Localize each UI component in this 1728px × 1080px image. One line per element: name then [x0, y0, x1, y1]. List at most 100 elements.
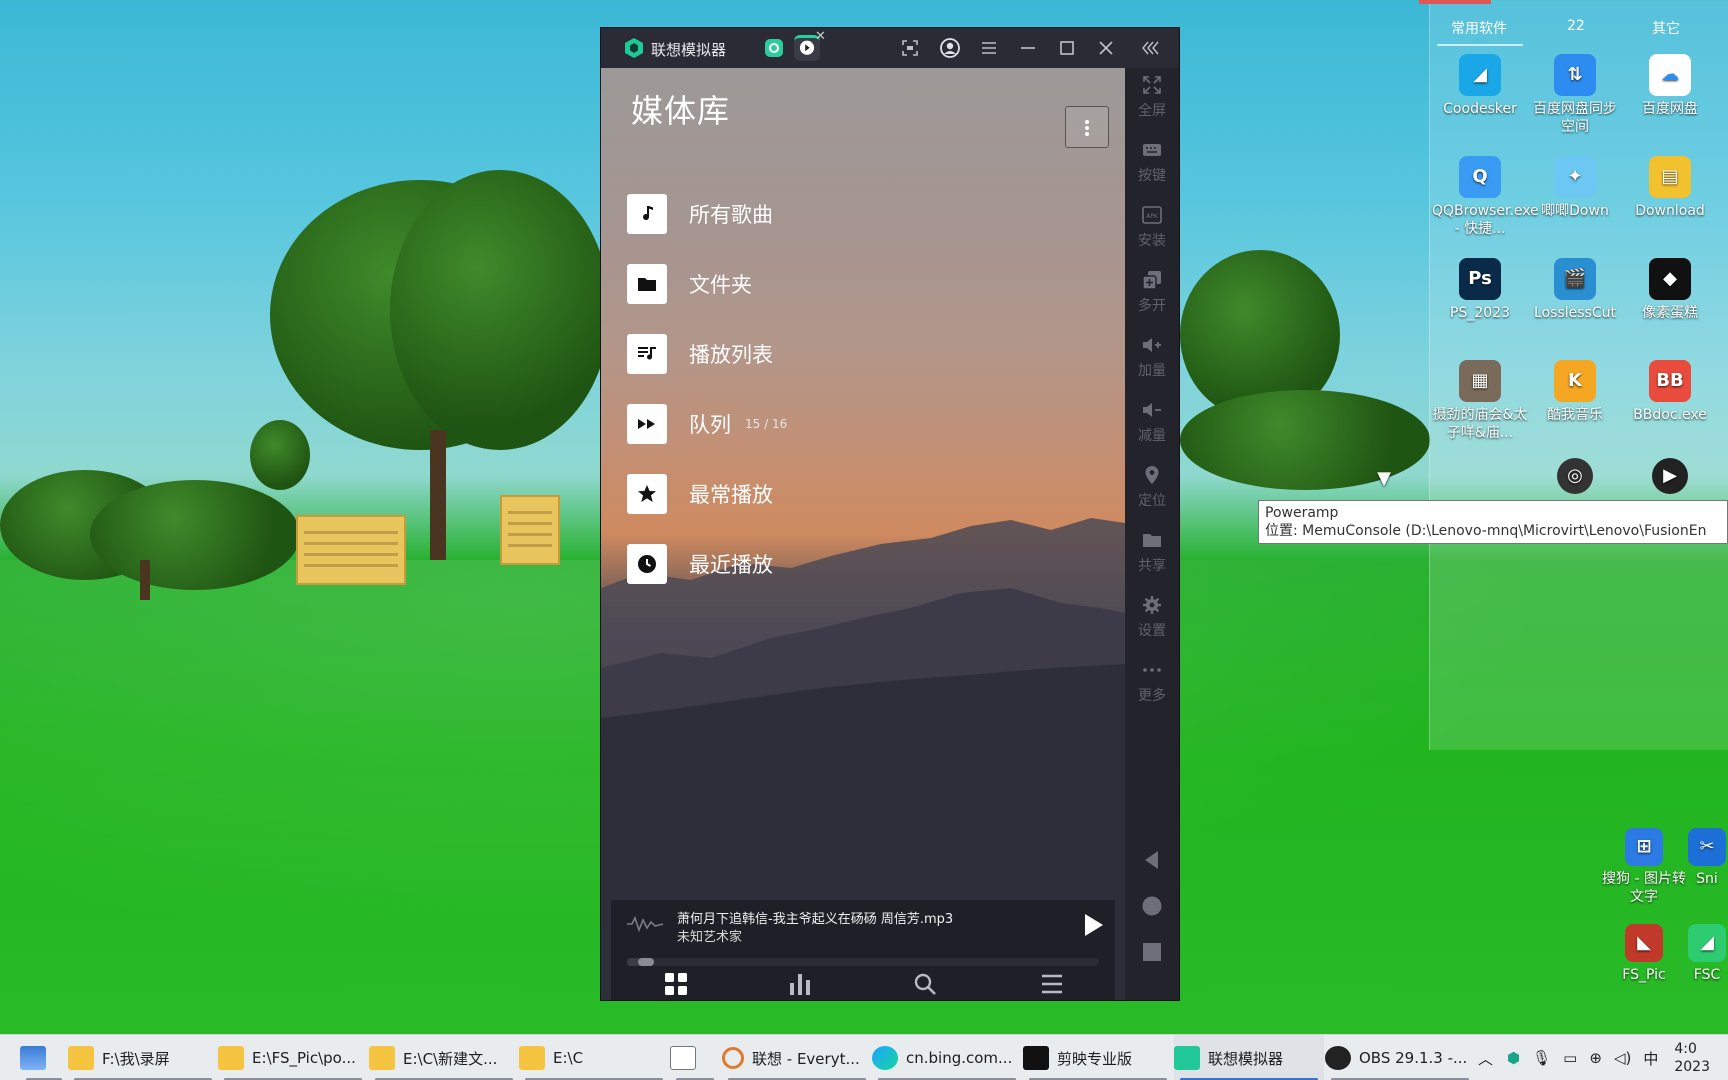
sidebar-install[interactable]: APK 安装 [1125, 204, 1179, 250]
emulator-titlebar[interactable]: 联想模拟器 ✕ [601, 28, 1179, 68]
page-title: 媒体库 [631, 92, 731, 130]
app-tab-icon [765, 39, 783, 57]
taskbar-item-folder-record[interactable]: F:\我\录屏 [68, 1035, 218, 1080]
desktop-icon[interactable]: ✦ 唧唧Down [1527, 156, 1623, 220]
taskbar-item-everything[interactable]: 联想 - Everyt... [722, 1035, 872, 1080]
desktop-icon-label: 百度网盘 [1642, 101, 1698, 117]
ime-indicator[interactable]: 中 [1643, 1048, 1658, 1069]
playlist-icon [627, 334, 667, 374]
volume-up-icon [1143, 338, 1161, 352]
desktop-icon[interactable]: ◢ Coodesker [1432, 54, 1528, 118]
desktop-icon-poweramp[interactable]: ▶ [1622, 458, 1718, 498]
taskbar-item-folder-ec[interactable]: E:\C [519, 1035, 669, 1080]
capcut-icon [1023, 1046, 1049, 1070]
tray-emulator-icon[interactable]: ⬢ [1507, 1049, 1520, 1067]
android-back-icon[interactable] [1140, 848, 1164, 872]
collapse-sidebar-icon[interactable] [1140, 37, 1162, 59]
playback-progress-bar[interactable] [627, 958, 1099, 966]
lenovo-emulator-icon [1174, 1046, 1200, 1070]
desktop-icon[interactable]: Ps PS_2023 [1432, 258, 1528, 322]
desktop-icon[interactable]: ▦ 摄劲的庙会&太子咩&庙... [1432, 360, 1528, 442]
tray-overflow-icon[interactable]: ︿ [1478, 1048, 1493, 1069]
battery-icon[interactable]: ▭ [1563, 1049, 1577, 1067]
resource-monitor-icon [20, 1046, 46, 1070]
taskbar-item-capcut[interactable]: 剪映专业版 [1023, 1035, 1173, 1080]
network-globe-icon[interactable]: ⊕ [1589, 1049, 1602, 1067]
taskbar-item-obs[interactable]: OBS 29.1.3 -... [1325, 1035, 1475, 1080]
library-item-queue[interactable]: 队列 15 / 16 [627, 402, 1087, 446]
taskbar-item-folder-new[interactable]: E:\C\新建文... [369, 1035, 519, 1080]
sidebar-label: 按键 [1138, 168, 1166, 184]
close-icon[interactable] [1095, 37, 1117, 59]
sidebar-volume-up[interactable]: 加量 [1125, 334, 1179, 380]
sidebar-more[interactable]: 更多 [1125, 659, 1179, 705]
edge-browser-icon [872, 1046, 898, 1070]
desktop-icon[interactable]: ⊞ 搜狗 - 图片转文字 [1596, 828, 1692, 906]
screenshot-icon[interactable] [899, 37, 921, 59]
tab-close-icon[interactable]: ✕ [815, 29, 826, 44]
sidebar-shared-folder[interactable]: 共享 [1125, 529, 1179, 575]
progress-knob[interactable] [638, 958, 654, 966]
library-item-folders[interactable]: 文件夹 [627, 262, 1087, 306]
sidebar-volume-down[interactable]: 减量 [1125, 399, 1179, 445]
desktop-icon[interactable]: K 酷我音乐 [1527, 360, 1623, 424]
desktop-icon[interactable]: ◢ FSC [1686, 924, 1728, 984]
taskbar-item-notepad[interactable] [670, 1035, 720, 1080]
taskbar-item-monitor[interactable] [20, 1035, 68, 1080]
maximize-icon[interactable] [1056, 37, 1078, 59]
desktop-icon-label: LosslessCut [1534, 305, 1616, 321]
overflow-menu-button[interactable] [1065, 106, 1109, 148]
more-dots-icon [1143, 668, 1161, 672]
taskbar-item-label: 剪映专业版 [1057, 1049, 1133, 1068]
play-button[interactable] [1081, 912, 1105, 938]
desktop-icon[interactable]: Q QQBrowser.exe - 快捷... [1432, 156, 1539, 238]
library-item-recently-played[interactable]: 最近播放 [627, 542, 1087, 586]
desktop-icon[interactable]: 🎬 LosslessCut [1527, 258, 1623, 322]
minimize-icon[interactable] [1017, 37, 1039, 59]
library-item-label: 最近播放 [689, 553, 773, 577]
folder-icon [369, 1046, 395, 1070]
android-recents-icon[interactable] [1140, 940, 1164, 964]
android-home-icon[interactable] [1140, 894, 1164, 918]
desktop-icon[interactable]: ◣ FS_Pic [1596, 924, 1692, 984]
microphone-icon[interactable]: 🎙 [1532, 1049, 1551, 1067]
fence-tab-common[interactable]: 常用软件 [1451, 18, 1507, 38]
clock-time: 4:0 [1674, 1041, 1697, 1057]
desktop-icon[interactable]: ▤ Download [1622, 156, 1718, 220]
library-item-most-played[interactable]: 最常播放 [627, 472, 1087, 516]
desktop-icon-app-fox[interactable]: ▼ [1344, 458, 1424, 504]
sidebar-settings[interactable]: 设置 [1125, 594, 1179, 640]
desktop-icon-label: PS_2023 [1450, 305, 1510, 321]
taskbar-item-emulator[interactable]: 联想模拟器 [1174, 1035, 1324, 1080]
sidebar-fullscreen[interactable]: 全屏 [1125, 74, 1179, 120]
search-icon[interactable] [912, 971, 938, 997]
speaker-icon[interactable]: ◁) [1614, 1049, 1631, 1067]
fence-tab-22[interactable]: 22 [1567, 18, 1585, 34]
hamburger-menu-icon[interactable] [1039, 971, 1065, 997]
fence-tab-other[interactable]: 其它 [1652, 18, 1680, 38]
desktop-icon[interactable]: BB BBdoc.exe [1622, 360, 1718, 424]
menu-icon[interactable] [978, 37, 1000, 59]
equalizer-icon[interactable] [787, 971, 813, 997]
library-item-label: 播放列表 [689, 343, 773, 367]
library-item-all-songs[interactable]: 所有歌曲 [627, 192, 1087, 236]
sidebar-label: 加量 [1138, 363, 1166, 379]
library-item-playlists[interactable]: 播放列表 [627, 332, 1087, 376]
app-icon: K [1554, 360, 1596, 402]
grid-view-icon[interactable] [663, 971, 689, 997]
desktop-tooltip: Poweramp 位置: MemuConsole (D:\Lenovo-mnq\… [1258, 500, 1728, 544]
desktop-icon[interactable]: ✂ Sni [1686, 828, 1728, 888]
sidebar-location[interactable]: 定位 [1125, 464, 1179, 510]
desktop-icon[interactable]: ☁ 百度网盘 [1622, 54, 1718, 118]
account-icon[interactable] [939, 37, 961, 59]
tab-app-home[interactable] [761, 35, 787, 61]
desktop-icon[interactable]: ⇅ 百度网盘同步空间 [1527, 54, 1623, 136]
taskbar-item-folder-fspic[interactable]: E:\FS_Pic\po... [218, 1035, 368, 1080]
sidebar-multi-instance[interactable]: 多开 [1125, 269, 1179, 315]
desktop-icon-label: 摄劲的庙会&太子咩&庙... [1432, 407, 1528, 441]
desktop-icon[interactable]: ◆ 像素蛋糕 [1622, 258, 1718, 322]
taskbar-item-edge[interactable]: cn.bing.com... [872, 1035, 1022, 1080]
clock[interactable]: 4:0 2023 [1674, 1040, 1710, 1076]
sidebar-keymap[interactable]: 按键 [1125, 139, 1179, 185]
desktop-icon-obs[interactable]: ◎ [1527, 458, 1623, 498]
